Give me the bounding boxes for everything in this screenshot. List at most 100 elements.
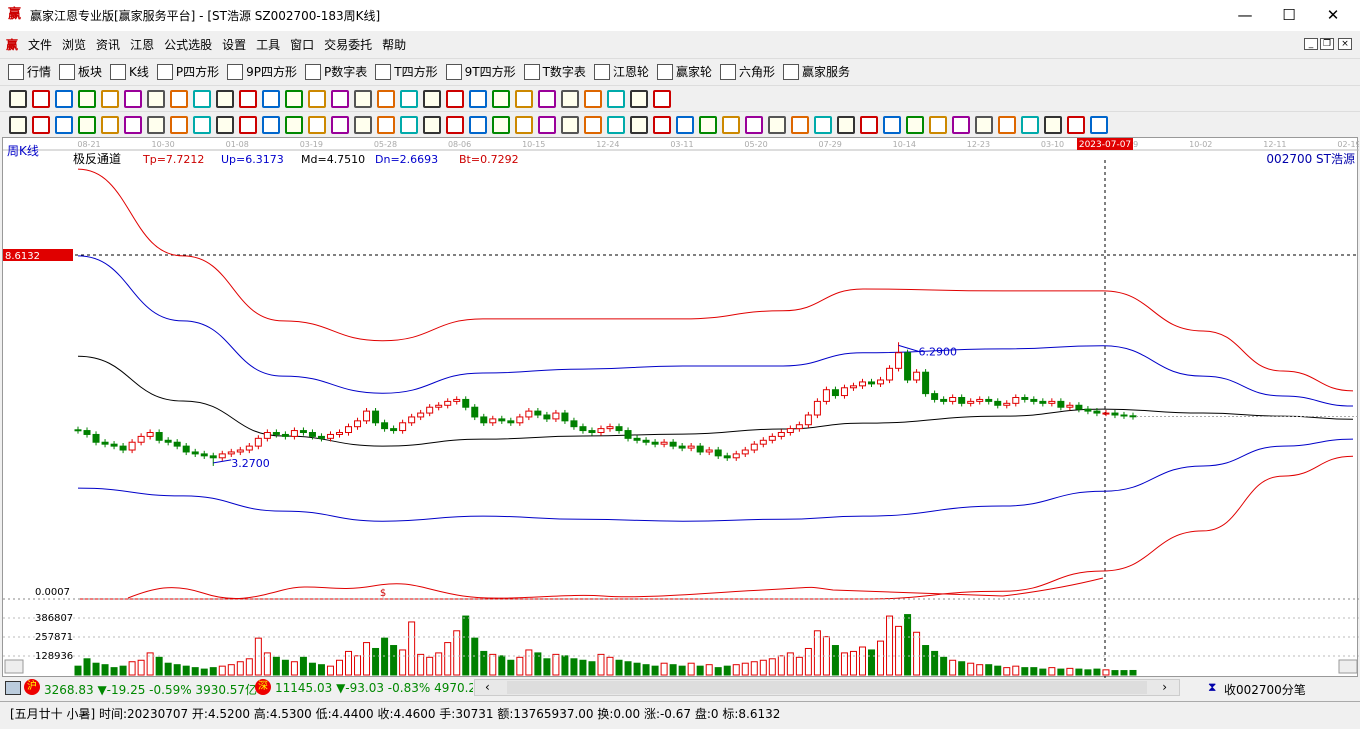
toolbar-dollar-button[interactable]: 赢家服务 [782, 63, 850, 80]
draw-tool-13-icon[interactable] [284, 115, 303, 134]
close-button[interactable]: ✕ [1310, 0, 1356, 31]
scroll-down-button[interactable] [1338, 659, 1358, 674]
tick-detail-link[interactable]: 收002700分笔 [1224, 681, 1306, 698]
draw-tool-33-icon[interactable] [744, 115, 763, 134]
draw-tool-40-icon[interactable] [905, 115, 924, 134]
nav-tool-29-icon[interactable] [652, 89, 671, 108]
nav-tool-26-icon[interactable] [583, 89, 602, 108]
draw-tool-19-icon[interactable] [422, 115, 441, 134]
draw-tool-38-icon[interactable] [859, 115, 878, 134]
menu-help[interactable]: 帮助 [382, 36, 406, 53]
nav-tool-23-icon[interactable] [514, 89, 533, 108]
nav-tool-16-icon[interactable] [353, 89, 372, 108]
nav-tool-17-icon[interactable] [376, 89, 395, 108]
menu-trade[interactable]: 交易委托 [324, 36, 372, 53]
toolbar-9t-square-button[interactable]: 9T四方形 [445, 63, 516, 80]
nav-tool-12-icon[interactable] [261, 89, 280, 108]
draw-tool-5-icon[interactable] [100, 115, 119, 134]
toolbar-winner-wheel-button[interactable]: 赢家轮 [656, 63, 712, 80]
draw-tool-24-icon[interactable] [537, 115, 556, 134]
nav-tool-4-icon[interactable] [77, 89, 96, 108]
toolbar-t-number-button[interactable]: T数字表 [523, 63, 586, 80]
draw-tool-26-icon[interactable] [583, 115, 602, 134]
nav-tool-22-icon[interactable] [491, 89, 510, 108]
draw-tool-34-icon[interactable] [767, 115, 786, 134]
draw-tool-23-icon[interactable] [514, 115, 533, 134]
draw-tool-10-icon[interactable] [215, 115, 234, 134]
toolbar-p-square-button[interactable]: P四方形 [156, 63, 219, 80]
maximize-button[interactable]: ☐ [1266, 0, 1312, 31]
draw-tool-12-icon[interactable] [261, 115, 280, 134]
nav-tool-5-icon[interactable] [100, 89, 119, 108]
draw-tool-28-icon[interactable] [629, 115, 648, 134]
nav-tool-19-icon[interactable] [422, 89, 441, 108]
nav-tool-7-icon[interactable] [146, 89, 165, 108]
kline-chart[interactable]: 08-21 10-30 01-08 03-19 05-28 08-06 10-15 12-24… [2, 137, 1359, 678]
nav-tool-28-icon[interactable] [629, 89, 648, 108]
toolbar-p-number-button[interactable]: P数字表 [305, 63, 367, 80]
draw-tool-36-icon[interactable] [813, 115, 832, 134]
scrollbar-thumb[interactable] [507, 681, 1147, 694]
nav-tool-2-icon[interactable] [31, 89, 50, 108]
draw-tool-8-icon[interactable] [169, 115, 188, 134]
nav-tool-3-icon[interactable] [54, 89, 73, 108]
draw-tool-46-icon[interactable] [1043, 115, 1062, 134]
toolbar-candles-button[interactable]: K线 [110, 63, 149, 80]
draw-tool-35-icon[interactable] [790, 115, 809, 134]
nav-tool-9-icon[interactable] [192, 89, 211, 108]
toolbar-hexagon-button[interactable]: 六角形 [719, 63, 775, 80]
draw-tool-25-icon[interactable] [560, 115, 579, 134]
mdi-minimize-button[interactable]: _ [1304, 38, 1318, 50]
menu-window[interactable]: 窗口 [290, 36, 314, 53]
toolbar-grid-button[interactable]: 行情 [8, 63, 51, 80]
menu-browse[interactable]: 浏览 [62, 36, 86, 53]
draw-tool-47-icon[interactable] [1066, 115, 1085, 134]
nav-tool-14-icon[interactable] [307, 89, 326, 108]
draw-tool-9-icon[interactable] [192, 115, 211, 134]
draw-tool-21-icon[interactable] [468, 115, 487, 134]
nav-tool-6-icon[interactable] [123, 89, 142, 108]
draw-tool-45-icon[interactable] [1020, 115, 1039, 134]
menu-formula[interactable]: 公式选股 [164, 36, 212, 53]
draw-tool-14-icon[interactable] [307, 115, 326, 134]
draw-tool-3-icon[interactable] [54, 115, 73, 134]
draw-tool-1-icon[interactable] [8, 115, 27, 134]
draw-tool-27-icon[interactable] [606, 115, 625, 134]
mdi-restore-button[interactable]: ❐ [1320, 38, 1334, 50]
minimize-button[interactable]: — [1222, 0, 1268, 31]
nav-tool-27-icon[interactable] [606, 89, 625, 108]
scroll-up-button[interactable] [4, 659, 24, 674]
draw-tool-7-icon[interactable] [146, 115, 165, 134]
draw-tool-22-icon[interactable] [491, 115, 510, 134]
toolbar-9p-square-button[interactable]: 9P四方形 [227, 63, 297, 80]
menu-file[interactable]: 文件 [28, 36, 52, 53]
draw-tool-48-icon[interactable] [1089, 115, 1108, 134]
nav-tool-10-icon[interactable] [215, 89, 234, 108]
draw-tool-6-icon[interactable] [123, 115, 142, 134]
draw-tool-32-icon[interactable] [721, 115, 740, 134]
menu-tools[interactable]: 工具 [256, 36, 280, 53]
nav-tool-18-icon[interactable] [399, 89, 418, 108]
draw-tool-15-icon[interactable] [330, 115, 349, 134]
draw-tool-30-icon[interactable] [675, 115, 694, 134]
toolbar-t-square-button[interactable]: T四方形 [375, 63, 438, 80]
draw-tool-44-icon[interactable] [997, 115, 1016, 134]
nav-tool-15-icon[interactable] [330, 89, 349, 108]
menu-gann[interactable]: 江恩 [130, 36, 154, 53]
draw-tool-17-icon[interactable] [376, 115, 395, 134]
draw-tool-2-icon[interactable] [31, 115, 50, 134]
nav-tool-1-icon[interactable] [8, 89, 27, 108]
draw-tool-43-icon[interactable] [974, 115, 993, 134]
quote-grid-icon[interactable] [5, 681, 21, 695]
draw-tool-39-icon[interactable] [882, 115, 901, 134]
draw-tool-42-icon[interactable] [951, 115, 970, 134]
draw-tool-18-icon[interactable] [399, 115, 418, 134]
draw-tool-31-icon[interactable] [698, 115, 717, 134]
nav-tool-21-icon[interactable] [468, 89, 487, 108]
horizontal-scrollbar[interactable]: ‹ › [474, 679, 1180, 696]
toolbar-gann-wheel-button[interactable]: 江恩轮 [593, 63, 649, 80]
scroll-right-icon[interactable]: › [1162, 680, 1167, 694]
draw-tool-16-icon[interactable] [353, 115, 372, 134]
menu-settings[interactable]: 设置 [222, 36, 246, 53]
toolbar-blocks-button[interactable]: 板块 [59, 63, 102, 80]
